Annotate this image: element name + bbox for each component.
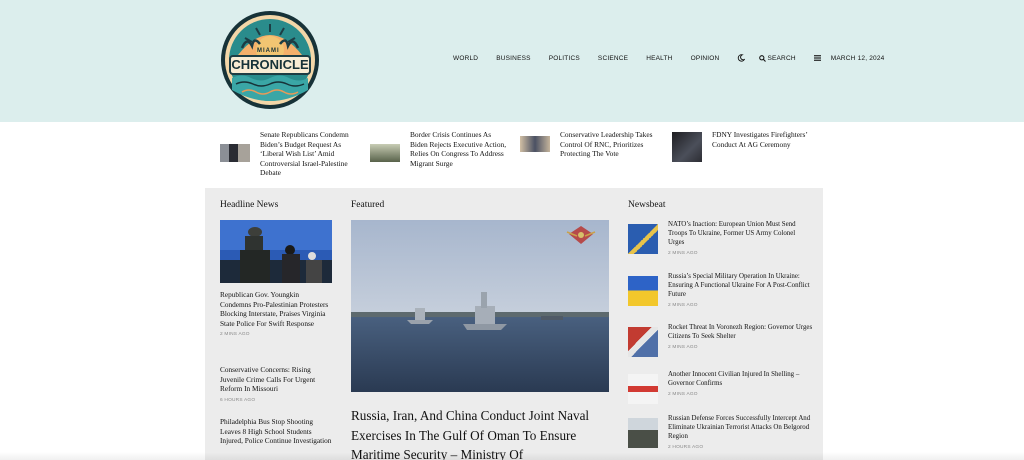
current-date: MARCH 12, 2024: [830, 54, 885, 62]
nav-health[interactable]: HEALTH: [646, 55, 672, 62]
headline-item-time: 6 HOURS AGO: [220, 397, 256, 403]
newsbeat-thumbnail: [628, 374, 658, 404]
bottom-shadow: [0, 452, 1024, 460]
site-logo[interactable]: MIAMI CHRONICLE: [220, 10, 320, 110]
nav-world[interactable]: WORLD: [453, 55, 478, 62]
nav-science[interactable]: SCIENCE: [598, 55, 628, 62]
newsbeat-item[interactable]: Another Innocent Civilian Injured In She…: [628, 370, 813, 404]
ticker-thumbnail: [520, 136, 550, 152]
site-header: MIAMI CHRONICLE WORLD BUSINESS POLITICS …: [0, 0, 1024, 122]
newsbeat-item-time: 2 MINS AGO: [668, 392, 698, 397]
newsbeat-item-time: 2 MINS AGO: [668, 303, 698, 308]
ticker-title: Senate Republicans Condemn Biden’s Budge…: [260, 130, 349, 178]
newsbeat-item[interactable]: Rocket Threat In Voronezh Region: Govern…: [628, 323, 813, 357]
featured-image[interactable]: [351, 220, 609, 392]
newsbeat-item-title: Russia’s Special Military Operation In U…: [668, 273, 810, 298]
ticker-item[interactable]: FDNY Investigates Firefighters’ Conduct …: [672, 130, 812, 162]
headline-item-title: Republican Gov. Youngkin Condemns Pro-Pa…: [220, 290, 329, 328]
nav-business[interactable]: BUSINESS: [496, 55, 530, 62]
nav-opinion[interactable]: OPINION: [691, 55, 720, 62]
main-content: Headline News Republican Gov. Youngkin C…: [205, 188, 823, 460]
headline-item[interactable]: Conservative Concerns: Rising Juvenile C…: [220, 365, 332, 403]
nav-politics[interactable]: POLITICS: [549, 55, 580, 62]
ticker-item[interactable]: Senate Republicans Condemn Biden’s Budge…: [220, 130, 360, 178]
newsbeat-item-time: 2 HOURS AGO: [668, 445, 704, 450]
ticker-title: Conservative Leadership Takes Control Of…: [560, 130, 653, 159]
search-icon: [759, 54, 767, 62]
ticker-thumbnail: [672, 132, 702, 162]
main-nav: WORLD BUSINESS POLITICS SCIENCE HEALTH O…: [453, 54, 884, 62]
newsbeat-item[interactable]: Russian Defense Forces Successfully Inte…: [628, 414, 813, 450]
ticker-thumbnail: [370, 144, 400, 162]
headline-item[interactable]: Philadelphia Bus Stop Shooting Leaves 8 …: [220, 417, 332, 446]
newsbeat-thumbnail: [628, 224, 658, 254]
ticker-thumbnail: [220, 144, 250, 162]
newsbeat-thumbnail: [628, 418, 658, 448]
logo-text: CHRONICLE: [231, 57, 309, 72]
newsbeat-title: Newsbeat: [628, 200, 666, 210]
ticker-title: Border Crisis Continues As Biden Rejects…: [410, 130, 507, 168]
ticker-item[interactable]: Conservative Leadership Takes Control Of…: [520, 130, 660, 159]
headline-news-title: Headline News: [220, 200, 279, 210]
ticker-title: FDNY Investigates Firefighters’ Conduct …: [712, 130, 808, 149]
newsbeat-item-time: 2 MINS AGO: [668, 251, 698, 256]
newsbeat-item-title: Rocket Threat In Voronezh Region: Govern…: [668, 324, 813, 340]
search-button[interactable]: SEARCH: [759, 54, 796, 62]
top-stories-ticker: Senate Republicans Condemn Biden’s Budge…: [220, 130, 820, 182]
newsbeat-item-title: Another Innocent Civilian Injured In She…: [668, 371, 800, 387]
moon-icon[interactable]: [737, 54, 746, 62]
newsbeat-thumbnail: [628, 276, 658, 306]
headline-news-image[interactable]: [220, 220, 332, 283]
search-label: SEARCH: [767, 54, 796, 62]
headline-item-title: Conservative Concerns: Rising Juvenile C…: [220, 365, 316, 394]
newsbeat-thumbnail: [628, 327, 658, 357]
logo-small-text: MIAMI: [257, 48, 280, 54]
ticker-item[interactable]: Border Crisis Continues As Biden Rejects…: [370, 130, 510, 168]
newsbeat-item[interactable]: Russia’s Special Military Operation In U…: [628, 272, 813, 308]
headline-item-time: 2 MINS AGO: [220, 332, 250, 338]
hamburger-icon[interactable]: [813, 55, 821, 61]
headline-item-title: Philadelphia Bus Stop Shooting Leaves 8 …: [220, 417, 332, 446]
headline-item[interactable]: Republican Gov. Youngkin Condemns Pro-Pa…: [220, 290, 332, 337]
featured-title: Featured: [351, 200, 385, 210]
newsbeat-item[interactable]: NATO’s Inaction: European Union Must Sen…: [628, 220, 813, 256]
newsbeat-item-title: Russian Defense Forces Successfully Inte…: [668, 415, 811, 440]
newsbeat-item-time: 2 MINS AGO: [668, 345, 698, 350]
newsbeat-item-title: NATO’s Inaction: European Union Must Sen…: [668, 221, 796, 246]
